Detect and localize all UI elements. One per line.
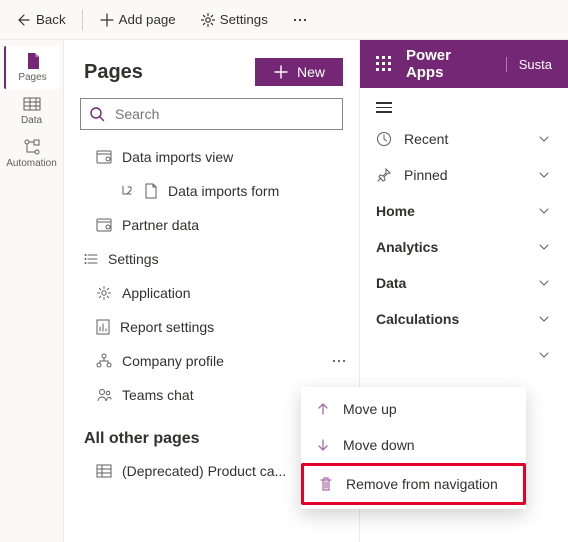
ctx-move-up[interactable]: Move up [301, 391, 526, 427]
chevron-down-icon [538, 133, 550, 145]
arrow-up-icon [315, 401, 331, 417]
app-header: Power Apps Susta [360, 40, 568, 88]
rail-label-automation: Automation [6, 158, 57, 169]
org-icon [96, 353, 112, 369]
command-bar: Back Add page Settings [0, 0, 568, 40]
ctx-label: Move up [343, 401, 397, 417]
flow-icon [23, 138, 41, 156]
rail-label-pages: Pages [18, 72, 46, 83]
left-rail: Pages Data Automation [0, 40, 64, 542]
nav-label: Data [376, 275, 406, 291]
search-icon [89, 106, 105, 122]
tree-item-company-profile[interactable]: Company profile [64, 344, 359, 378]
tree-label: Partner data [122, 217, 359, 233]
panel-header: Pages New [64, 40, 359, 98]
search-box[interactable] [80, 98, 343, 130]
context-menu: Move up Move down Remove from navigation [301, 387, 526, 509]
rail-item-data[interactable]: Data [4, 89, 60, 132]
view-icon [96, 218, 112, 232]
back-button[interactable]: Back [8, 8, 74, 32]
tree-item-more-button[interactable] [325, 347, 353, 375]
tree-label: Data imports view [122, 149, 359, 165]
tree-item-partner-data[interactable]: Partner data [64, 208, 359, 242]
chevron-down-icon [538, 169, 550, 181]
panel-title: Pages [84, 61, 143, 84]
divider [82, 10, 83, 30]
form-icon [144, 183, 158, 199]
ctx-label: Remove from navigation [346, 476, 498, 492]
nav-label: Analytics [376, 239, 438, 255]
waffle-icon[interactable] [376, 56, 392, 72]
nav-item-home[interactable]: Home [360, 193, 568, 229]
settings-button[interactable]: Settings [192, 8, 276, 32]
ctx-move-down[interactable]: Move down [301, 427, 526, 463]
nav-label: Pinned [404, 167, 448, 183]
tree-item-report-settings[interactable]: Report settings [64, 310, 359, 344]
nav-item-calculations[interactable]: Calculations [360, 301, 568, 337]
nav-label: Recent [404, 131, 448, 147]
app-title: Power Apps [406, 47, 492, 81]
hamburger-button[interactable] [360, 88, 568, 121]
nav-label: Home [376, 203, 415, 219]
new-button[interactable]: New [255, 58, 343, 86]
tree-group-settings[interactable]: Settings [64, 242, 359, 276]
add-page-button[interactable]: Add page [91, 8, 184, 32]
chevron-down-icon [538, 241, 550, 253]
chevron-down-icon [538, 313, 550, 325]
chevron-down-icon [538, 349, 550, 361]
tree-label: Settings [108, 251, 359, 267]
pin-icon [376, 167, 392, 183]
tree-label: Report settings [120, 319, 359, 335]
add-page-label: Add page [119, 12, 176, 27]
clock-icon [376, 131, 392, 147]
nav-item-recent[interactable]: Recent [360, 121, 568, 157]
link-icon [122, 185, 134, 197]
rail-label-data: Data [21, 115, 42, 126]
ctx-remove-from-navigation[interactable]: Remove from navigation [301, 463, 526, 505]
tree-label: Data imports form [168, 183, 359, 199]
nav-item-data[interactable]: Data [360, 265, 568, 301]
nav-item-analytics[interactable]: Analytics [360, 229, 568, 265]
plus-icon [99, 12, 115, 28]
settings-label: Settings [220, 12, 268, 27]
ctx-label: Move down [343, 437, 415, 453]
tree-item-application[interactable]: Application [64, 276, 359, 310]
more-icon [292, 12, 308, 28]
plus-icon [273, 64, 289, 80]
rail-item-automation[interactable]: Automation [4, 132, 60, 175]
overflow-button[interactable] [284, 8, 316, 32]
chevron-down-icon [538, 205, 550, 217]
nav-item-blank[interactable] [360, 337, 568, 373]
tree-label: Company profile [122, 353, 315, 369]
back-label: Back [36, 12, 66, 27]
rail-item-pages[interactable]: Pages [4, 46, 60, 89]
teams-icon [96, 387, 112, 403]
arrow-down-icon [315, 437, 331, 453]
chevron-down-icon [538, 277, 550, 289]
arrow-left-icon [16, 12, 32, 28]
page-icon [24, 52, 42, 70]
nav-item-pinned[interactable]: Pinned [360, 157, 568, 193]
report-icon [96, 319, 110, 335]
nav-label: Calculations [376, 311, 459, 327]
search-input[interactable] [113, 105, 334, 123]
new-label: New [297, 64, 325, 80]
trash-icon [318, 476, 334, 492]
gear-icon [200, 12, 216, 28]
tree-item-data-imports-view[interactable]: Data imports view [64, 140, 359, 174]
preview-nav: Recent Pinned Home Analytics Data Calcul… [360, 121, 568, 373]
view-icon [96, 150, 112, 164]
gear-icon [96, 285, 112, 301]
list-icon [84, 253, 98, 265]
table-icon [23, 95, 41, 113]
table-icon [96, 464, 112, 478]
tree-label: Application [122, 285, 359, 301]
app-subtitle: Susta [506, 57, 552, 72]
tree-item-data-imports-form[interactable]: Data imports form [64, 174, 359, 208]
